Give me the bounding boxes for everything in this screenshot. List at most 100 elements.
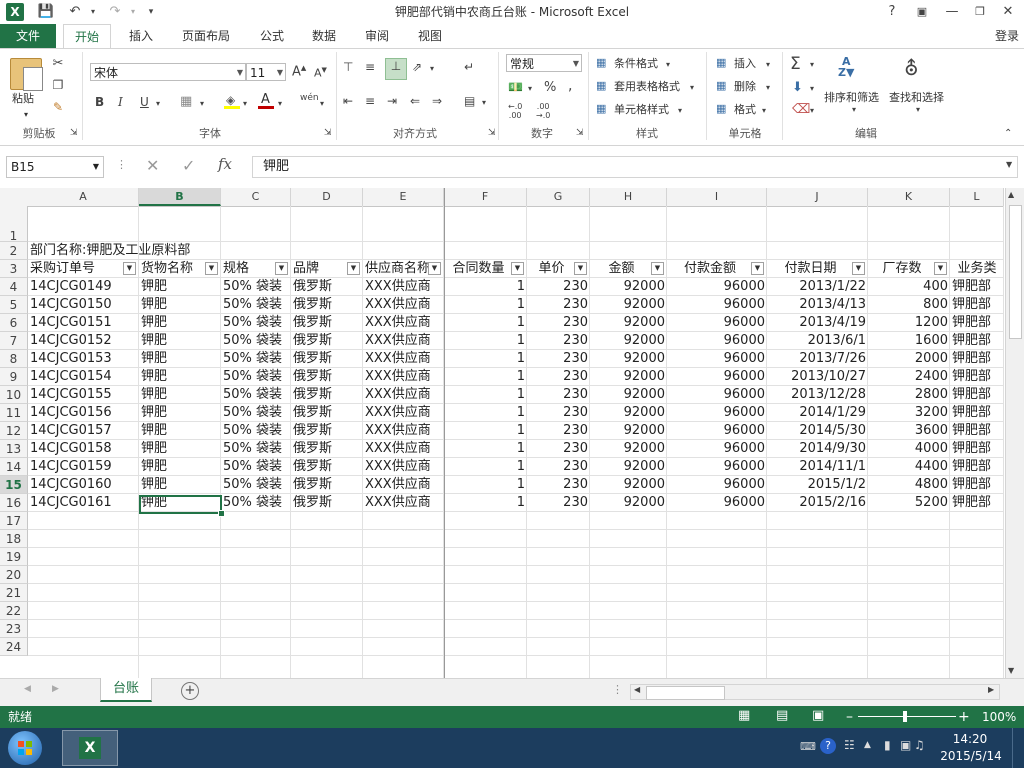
data-cell[interactable]: 1: [444, 386, 527, 404]
data-cell[interactable]: 1600: [868, 332, 950, 350]
volume-icon[interactable]: ♫: [914, 738, 925, 752]
enter-icon[interactable]: ✓: [182, 156, 195, 175]
data-cell[interactable]: 钾肥部: [950, 296, 1004, 314]
data-cell[interactable]: 96000: [667, 278, 767, 296]
align-middle-icon[interactable]: ≡: [365, 60, 375, 74]
data-cell[interactable]: 2015/2/16: [767, 494, 868, 512]
filter-dropdown-icon[interactable]: ▼: [934, 262, 947, 275]
data-cell[interactable]: XXX供应商: [363, 368, 444, 386]
align-bottom-icon[interactable]: ⊥: [385, 58, 407, 80]
data-cell[interactable]: 钾肥部: [950, 440, 1004, 458]
data-cell[interactable]: 钾肥: [139, 458, 221, 476]
data-cell[interactable]: 4400: [868, 458, 950, 476]
data-cell[interactable]: 14CJCG0157: [28, 422, 139, 440]
row-header-8[interactable]: 8: [0, 350, 28, 368]
data-cell[interactable]: 俄罗斯: [291, 278, 363, 296]
row-header-15[interactable]: 15: [0, 476, 28, 494]
data-cell[interactable]: 92000: [590, 314, 667, 332]
help-button[interactable]: ?: [878, 0, 906, 24]
filter-dropdown-icon[interactable]: ▼: [275, 262, 288, 275]
cancel-icon[interactable]: ✕: [146, 156, 159, 175]
clear-icon[interactable]: ⌫: [792, 102, 810, 117]
data-cell[interactable]: 92000: [590, 494, 667, 512]
page-layout-view-icon[interactable]: ▤: [776, 708, 788, 723]
data-cell[interactable]: 14CJCG0155: [28, 386, 139, 404]
show-desktop-button[interactable]: [1012, 728, 1024, 768]
zoom-out-button[interactable]: –: [846, 706, 853, 728]
data-cell[interactable]: 92000: [590, 332, 667, 350]
data-cell[interactable]: 230: [527, 332, 590, 350]
sort-filter-icon[interactable]: A Z▼: [838, 56, 854, 78]
zoom-slider[interactable]: [858, 716, 956, 717]
data-cell[interactable]: 俄罗斯: [291, 404, 363, 422]
conditional-format-icon[interactable]: ▦: [596, 56, 606, 69]
clock-time[interactable]: 14:20: [940, 732, 1000, 746]
data-cell[interactable]: 1: [444, 368, 527, 386]
row-header-12[interactable]: 12: [0, 422, 28, 440]
column-header-f[interactable]: F: [444, 188, 527, 206]
fill-handle[interactable]: [218, 510, 225, 517]
data-cell[interactable]: 钾肥: [139, 278, 221, 296]
data-cell[interactable]: 230: [527, 296, 590, 314]
data-cell[interactable]: 1: [444, 278, 527, 296]
prev-sheet-icon[interactable]: ◀: [24, 684, 31, 694]
data-cell[interactable]: 1: [444, 314, 527, 332]
binoculars-icon[interactable]: ⛢: [904, 56, 919, 80]
vertical-scroll-thumb[interactable]: [1009, 205, 1022, 339]
tab-split-icon[interactable]: ⋮: [612, 683, 623, 696]
percent-style-icon[interactable]: %: [544, 80, 556, 95]
insert-dropdown-icon[interactable]: ▾: [766, 60, 770, 69]
data-cell[interactable]: 4000: [868, 440, 950, 458]
data-cell[interactable]: XXX供应商: [363, 278, 444, 296]
row-header-17[interactable]: 17: [0, 512, 28, 530]
data-cell[interactable]: 2013/4/19: [767, 314, 868, 332]
keyboard-icon[interactable]: ⌨: [800, 740, 816, 753]
decrease-indent-icon[interactable]: ⇐: [410, 94, 420, 108]
restore-button[interactable]: ❐: [966, 0, 994, 24]
format-table-dropdown-icon[interactable]: ▾: [690, 83, 694, 92]
row-header-19[interactable]: 19: [0, 548, 28, 566]
data-cell[interactable]: 230: [527, 494, 590, 512]
data-cell[interactable]: 96000: [667, 422, 767, 440]
data-cell[interactable]: 230: [527, 314, 590, 332]
clear-dropdown-icon[interactable]: ▾: [810, 106, 814, 115]
data-cell[interactable]: 96000: [667, 494, 767, 512]
row-header-4[interactable]: 4: [0, 278, 28, 296]
data-cell[interactable]: 230: [527, 368, 590, 386]
data-cell[interactable]: 230: [527, 386, 590, 404]
phonetic-dropdown-icon[interactable]: ▾: [320, 99, 324, 108]
data-cell[interactable]: 钾肥: [139, 386, 221, 404]
collapse-ribbon-icon[interactable]: ⌃: [1004, 128, 1012, 139]
scroll-up-icon[interactable]: ▲: [1008, 190, 1014, 199]
format-cells-button[interactable]: 格式: [734, 101, 756, 119]
accounting-dropdown-icon[interactable]: ▾: [528, 84, 532, 93]
merge-center-icon[interactable]: ▤: [464, 94, 475, 108]
data-cell[interactable]: 俄罗斯: [291, 314, 363, 332]
data-cell[interactable]: 2013/4/13: [767, 296, 868, 314]
data-cell[interactable]: 俄罗斯: [291, 296, 363, 314]
header-cell[interactable]: 业务类: [950, 260, 1004, 278]
data-cell[interactable]: 14CJCG0152: [28, 332, 139, 350]
tab-view[interactable]: 视图: [410, 24, 450, 48]
column-header-e[interactable]: E: [363, 188, 444, 206]
data-cell[interactable]: 14CJCG0160: [28, 476, 139, 494]
row-header-14[interactable]: 14: [0, 458, 28, 476]
cell-styles-icon[interactable]: ▦: [596, 102, 606, 115]
data-cell[interactable]: 钾肥部: [950, 386, 1004, 404]
data-cell[interactable]: 2014/11/1: [767, 458, 868, 476]
data-cell[interactable]: 96000: [667, 332, 767, 350]
font-size-combo[interactable]: 11 ▼: [246, 63, 286, 81]
row-header-23[interactable]: 23: [0, 620, 28, 638]
data-cell[interactable]: 800: [868, 296, 950, 314]
number-format-combo[interactable]: 常规 ▼: [506, 54, 582, 72]
data-cell[interactable]: 92000: [590, 476, 667, 494]
underline-button[interactable]: U: [140, 95, 149, 109]
cut-icon[interactable]: ✂: [50, 56, 66, 71]
fill-icon[interactable]: ⬇: [792, 80, 803, 95]
taskbar-excel-button[interactable]: X: [62, 730, 118, 766]
data-cell[interactable]: 钾肥: [139, 296, 221, 314]
data-cell[interactable]: 俄罗斯: [291, 368, 363, 386]
row-header-22[interactable]: 22: [0, 602, 28, 620]
start-button[interactable]: [8, 731, 42, 765]
tab-file[interactable]: 文件: [0, 24, 56, 48]
